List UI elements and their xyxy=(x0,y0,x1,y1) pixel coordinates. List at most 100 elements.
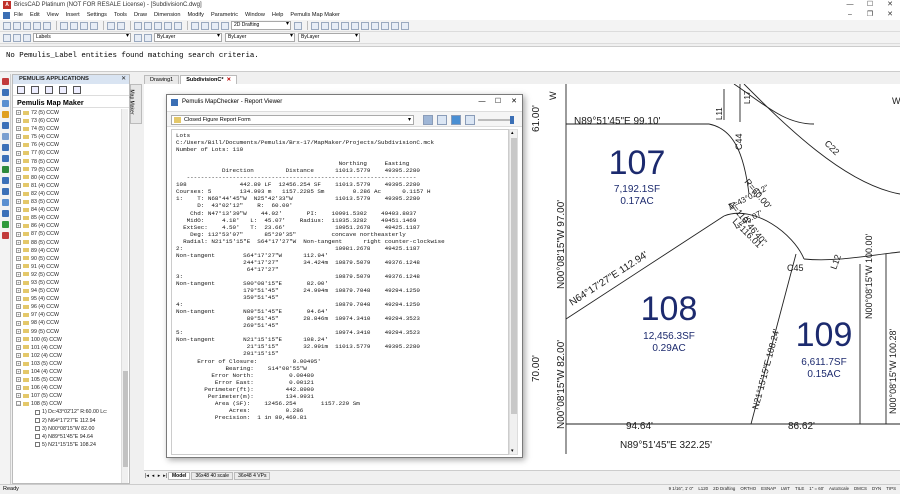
tree-item[interactable]: +84 (4) CCW xyxy=(13,206,121,214)
status-item[interactable]: TIPS xyxy=(886,486,896,491)
status-item[interactable]: DMCS xyxy=(854,486,867,491)
tree-item[interactable]: +73 (6) CCW xyxy=(13,117,121,125)
expand-icon[interactable]: + xyxy=(16,239,21,245)
tree-item[interactable]: +105 (5) CCW xyxy=(13,376,121,384)
check-icon[interactable] xyxy=(2,166,9,173)
font-size-icon[interactable] xyxy=(465,115,475,125)
close-icon[interactable]: ✕ xyxy=(880,0,900,10)
minimize-icon[interactable]: — xyxy=(840,0,860,10)
ucs-icon[interactable] xyxy=(311,21,319,30)
zoom-realtime-icon[interactable] xyxy=(144,21,152,30)
expand-icon[interactable]: + xyxy=(16,352,21,358)
ucs-3point-icon[interactable] xyxy=(351,21,359,30)
delete-icon[interactable] xyxy=(2,78,9,85)
measure-icon[interactable] xyxy=(2,111,9,118)
tree-item[interactable]: +92 (5) CCW xyxy=(13,271,121,279)
print-icon[interactable] xyxy=(33,21,41,30)
ucs-previous-icon[interactable] xyxy=(331,21,339,30)
sheet-icon[interactable] xyxy=(31,86,39,94)
menu-tools[interactable]: Tools xyxy=(114,12,127,18)
tree-item[interactable]: +90 (5) CCW xyxy=(13,255,121,263)
menu-view[interactable]: View xyxy=(47,12,59,18)
tab-drawing1[interactable]: Drawing1 xyxy=(144,75,180,84)
expand-icon[interactable]: + xyxy=(16,385,21,391)
report-scrollbar[interactable]: ▴ ▾ xyxy=(509,129,518,455)
tree-item[interactable]: +95 (4) CCW xyxy=(13,295,121,303)
tree-item[interactable]: +104 (4) CCW xyxy=(13,368,121,376)
expand-icon[interactable]: + xyxy=(16,369,21,375)
expand-icon[interactable]: + xyxy=(16,336,21,342)
doc-close-icon[interactable]: ✕ xyxy=(880,10,900,20)
new-icon[interactable] xyxy=(3,21,11,30)
zoom-slider[interactable] xyxy=(478,116,514,124)
dialog-maximize-icon[interactable]: ☐ xyxy=(490,95,506,109)
pencil-icon[interactable] xyxy=(2,89,9,96)
table-icon[interactable] xyxy=(2,155,9,162)
remove-icon[interactable] xyxy=(2,232,9,239)
status-item[interactable]: ESNAP xyxy=(761,486,776,491)
ucs-origin-icon[interactable] xyxy=(341,21,349,30)
scroll-down-icon[interactable]: ▾ xyxy=(511,448,514,454)
menu-dimension[interactable]: Dimension xyxy=(154,12,180,18)
menu-modify[interactable]: Modify xyxy=(187,12,203,18)
dialog-close-icon[interactable]: ✕ xyxy=(506,95,522,109)
expand-icon[interactable]: + xyxy=(16,150,21,156)
tree-item[interactable]: +88 (5) CCW xyxy=(13,239,121,247)
tab-40-scale[interactable]: 36x48 40 scale xyxy=(191,471,234,480)
open-icon[interactable] xyxy=(13,21,21,30)
expand-icon[interactable]: + xyxy=(16,158,21,164)
report-scroll-thumb[interactable] xyxy=(511,138,517,414)
tree-subitem[interactable]: 1) Dc:43°02'12" R:60.00 Lc: xyxy=(13,408,121,416)
expand-icon[interactable]: + xyxy=(16,304,21,310)
layer-previous-icon[interactable] xyxy=(144,33,152,42)
dialog-title-bar[interactable]: Pemulis MapChecker - Report Viewer — ☐ ✕ xyxy=(167,95,522,109)
workspace-settings-icon[interactable] xyxy=(294,21,302,30)
make-layer-current-icon[interactable] xyxy=(134,33,142,42)
undo-icon[interactable] xyxy=(107,21,115,30)
menu-parametric[interactable]: Parametric xyxy=(211,12,238,18)
tree-item[interactable]: +78 (5) CCW xyxy=(13,158,121,166)
expand-icon[interactable]: + xyxy=(16,263,21,269)
tab-4-vps[interactable]: 36x48 4 VPs xyxy=(234,471,271,480)
expand-icon[interactable]: + xyxy=(16,174,21,180)
sun-icon[interactable] xyxy=(23,33,31,42)
rotate-icon[interactable] xyxy=(2,133,9,140)
view-report-icon[interactable] xyxy=(451,115,461,125)
tree-item[interactable]: +98 (4) CCW xyxy=(13,319,121,327)
ucs-object-icon[interactable] xyxy=(361,21,369,30)
light-bulb-icon[interactable] xyxy=(13,33,21,42)
status-item[interactable]: AutoScale xyxy=(829,486,849,491)
doc-restore-icon[interactable]: ❐ xyxy=(860,10,880,20)
expand-icon[interactable]: + xyxy=(16,223,21,229)
expand-icon[interactable]: + xyxy=(16,182,21,188)
help-icon[interactable] xyxy=(221,21,229,30)
ucs-x-icon[interactable] xyxy=(381,21,389,30)
report-form-select[interactable]: Closed Figure Report Form ▾ xyxy=(171,115,414,125)
status-item[interactable]: TILE xyxy=(795,486,804,491)
expand-icon[interactable]: + xyxy=(16,142,21,148)
export-icon[interactable] xyxy=(2,188,9,195)
linetype-select[interactable]: ByLayer xyxy=(225,33,295,42)
document-icon[interactable] xyxy=(3,11,10,19)
tree-item[interactable]: +77 (6) CCW xyxy=(13,149,121,157)
scroll-up-icon[interactable]: ▴ xyxy=(511,130,514,136)
expand-icon[interactable]: + xyxy=(16,166,21,172)
report-text-area[interactable]: Lots C:/Users/Bill/Documents/Pemulis/Brx… xyxy=(171,129,509,455)
status-item[interactable]: LWT xyxy=(781,486,790,491)
ucs-view-icon[interactable] xyxy=(371,21,379,30)
tab-close-icon[interactable]: ✕ xyxy=(227,77,232,83)
expand-icon[interactable]: + xyxy=(16,296,21,302)
expand-icon[interactable]: + xyxy=(16,255,21,261)
status-item[interactable]: L120 xyxy=(698,486,708,491)
settings-panel-icon[interactable] xyxy=(2,210,9,217)
expand-icon[interactable]: + xyxy=(16,231,21,237)
preview-icon[interactable] xyxy=(43,21,51,30)
tree-item[interactable]: +81 (4) CCW xyxy=(13,182,121,190)
lineweight-select[interactable]: ByLayer xyxy=(298,33,360,42)
doc-minimize-icon[interactable]: – xyxy=(840,10,860,20)
tree-item[interactable]: +100 (6) CCW xyxy=(13,336,121,344)
status-item[interactable]: DYN xyxy=(872,486,881,491)
tree-item[interactable]: +89 (4) CCW xyxy=(13,247,121,255)
expand-icon[interactable]: + xyxy=(16,288,21,294)
tree-item[interactable]: +83 (5) CCW xyxy=(13,198,121,206)
